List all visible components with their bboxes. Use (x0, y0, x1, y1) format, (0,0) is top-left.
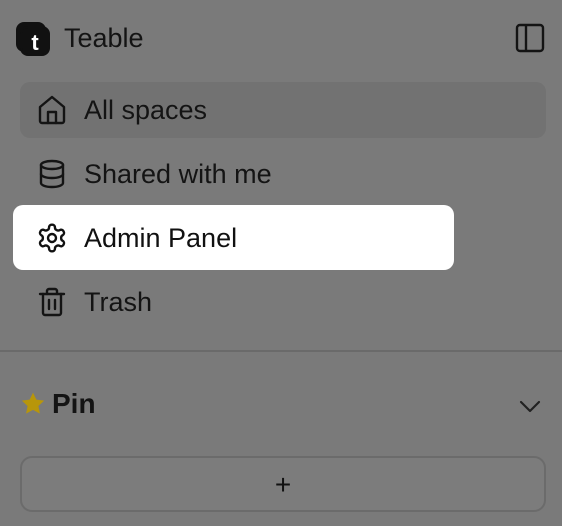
pin-label: Pin (52, 388, 96, 419)
gear-icon (36, 222, 68, 254)
logo-letter: t (31, 30, 39, 55)
sidebar-item-label: Trash (84, 287, 153, 317)
sidebar-item-label: All spaces (84, 95, 208, 125)
sidebar-item-label: Shared with me (84, 159, 272, 189)
sidebar-item-trash[interactable]: Trash (20, 274, 546, 330)
app-title: Teable (64, 23, 144, 53)
pin-section-header[interactable]: Pin (0, 380, 562, 430)
chevron-down-icon[interactable] (516, 392, 544, 420)
plus-icon: + (274, 469, 292, 500)
star-icon (20, 391, 46, 417)
sidebar-toggle-icon[interactable] (514, 22, 546, 54)
sidebar-header: t Teable (0, 0, 562, 78)
section-divider (0, 350, 562, 352)
sidebar-item-shared-with-me[interactable]: Shared with me (20, 146, 546, 202)
sidebar-item-all-spaces[interactable]: All spaces (20, 82, 546, 138)
add-pin-button[interactable]: + (20, 456, 546, 512)
sidebar-item-label: Admin Panel (84, 223, 238, 253)
trash-icon (36, 286, 68, 318)
sidebar-item-admin-panel[interactable]: Admin Panel (13, 205, 454, 270)
database-icon (36, 158, 68, 190)
teable-logo-icon[interactable]: t (15, 21, 51, 57)
home-icon (36, 94, 68, 126)
